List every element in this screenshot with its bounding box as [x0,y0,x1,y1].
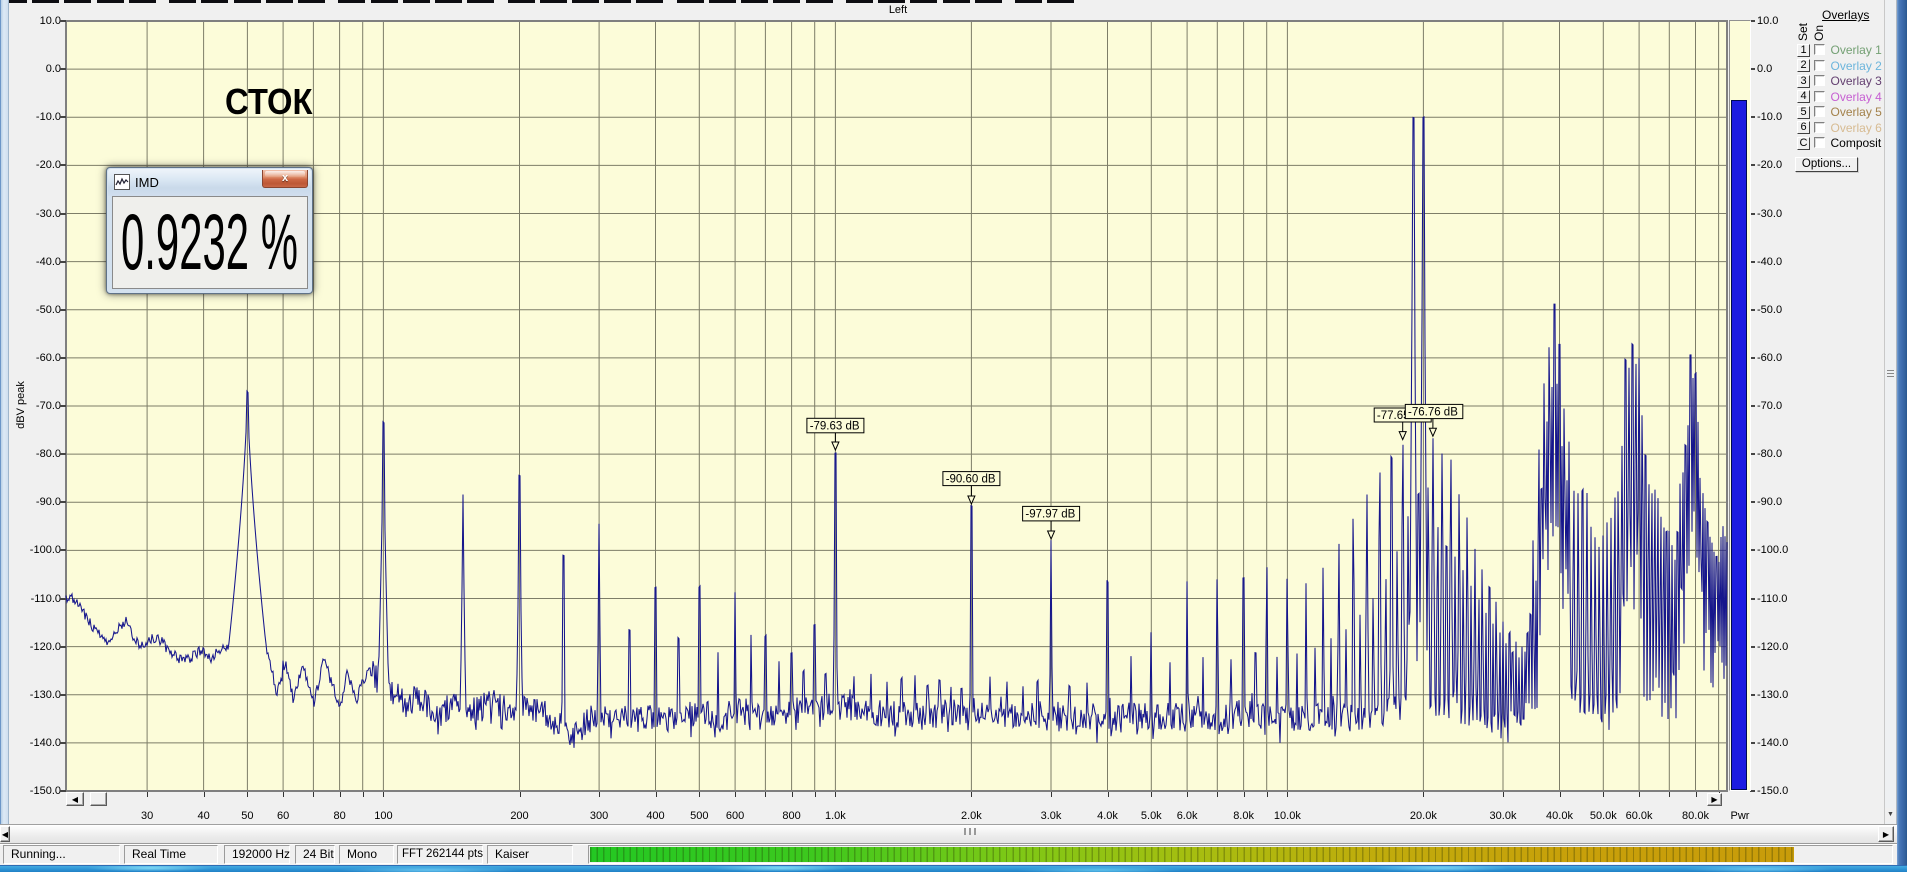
svg-text:-97.97 dB: -97.97 dB [1025,509,1075,521]
svg-text:-90.60 dB: -90.60 dB [946,474,996,486]
svg-text:-79.63 dB: -79.63 dB [810,421,860,433]
svg-text:-76.76 dB: -76.76 dB [1408,407,1458,419]
